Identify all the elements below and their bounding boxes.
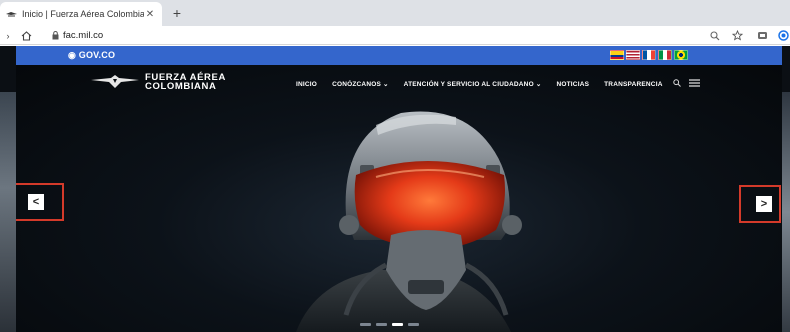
flag-france-icon[interactable] <box>642 50 656 60</box>
hamburger-menu-icon[interactable] <box>688 79 700 89</box>
hero-carousel: FUERZA AÉREA COLOMBIANA INICIO CONÓZCANO… <box>16 65 782 332</box>
carousel-dot-active[interactable] <box>392 323 403 326</box>
carousel-prev-button[interactable]: < <box>28 194 44 210</box>
new-tab-button[interactable]: + <box>169 5 185 21</box>
tab-strip: Inicio | Fuerza Aérea Colombia ✕ + <box>0 0 790 26</box>
browser-tab[interactable]: Inicio | Fuerza Aérea Colombia ✕ <box>0 2 162 26</box>
language-flags <box>610 50 688 60</box>
extension-icon[interactable] <box>756 26 768 45</box>
flag-brazil-icon[interactable] <box>674 50 688 60</box>
close-icon[interactable]: ✕ <box>144 9 156 20</box>
carousel-dot[interactable] <box>408 323 419 326</box>
flag-italy-icon[interactable] <box>658 50 672 60</box>
brand-logo[interactable]: FUERZA AÉREA COLOMBIANA <box>91 73 226 91</box>
background-left-edge <box>0 92 16 332</box>
lock-icon[interactable] <box>51 26 60 45</box>
address-bar[interactable]: fac.mil.co <box>63 26 103 45</box>
fac-favicon-icon <box>6 9 17 20</box>
pilot-helmet-image <box>296 111 522 332</box>
carousel-dot[interactable] <box>360 323 371 326</box>
nav-item-noticias[interactable]: NOTICIAS <box>556 81 589 88</box>
fac-wings-icon <box>91 75 139 88</box>
browser-toolbar: › fac.mil.co <box>0 26 790 45</box>
main-nav: INICIO CONÓZCANOS ⌄ ATENCIÓN Y SERVICIO … <box>296 79 700 89</box>
search-icon[interactable] <box>672 79 681 89</box>
home-icon[interactable] <box>20 26 32 45</box>
zoom-icon[interactable] <box>709 26 721 45</box>
bookmark-star-icon[interactable] <box>731 26 743 45</box>
gov-bar: ◉ GOV.CO <box>16 46 782 65</box>
gov-logo-text: GOV.CO <box>78 50 116 60</box>
carousel-indicators <box>360 323 419 326</box>
carousel-dot[interactable] <box>376 323 387 326</box>
nav-item-conozcanos[interactable]: CONÓZCANOS ⌄ <box>332 80 389 88</box>
web-page: ◉ GOV.CO FUERZA AÉREA COLOMBIANA INICIO … <box>0 46 790 332</box>
brand-line-2: COLOMBIANA <box>145 81 217 92</box>
nav-item-transparencia[interactable]: TRANSPARENCIA <box>604 81 662 88</box>
gov-shield-icon: ◉ <box>68 50 79 60</box>
flag-usa-icon[interactable] <box>626 50 640 60</box>
tab-title: Inicio | Fuerza Aérea Colombia <box>22 9 144 19</box>
back-icon[interactable]: › <box>4 26 12 45</box>
nav-item-atencion[interactable]: ATENCIÓN Y SERVICIO AL CIUDADANO ⌄ <box>404 80 542 88</box>
gov-co-logo[interactable]: ◉ GOV.CO <box>68 46 115 65</box>
nav-item-inicio[interactable]: INICIO <box>296 81 317 88</box>
background-right-edge <box>782 92 790 332</box>
flag-colombia-icon[interactable] <box>610 50 624 60</box>
carousel-next-button[interactable]: > <box>756 196 772 212</box>
extension-blue-icon[interactable] <box>777 26 790 45</box>
